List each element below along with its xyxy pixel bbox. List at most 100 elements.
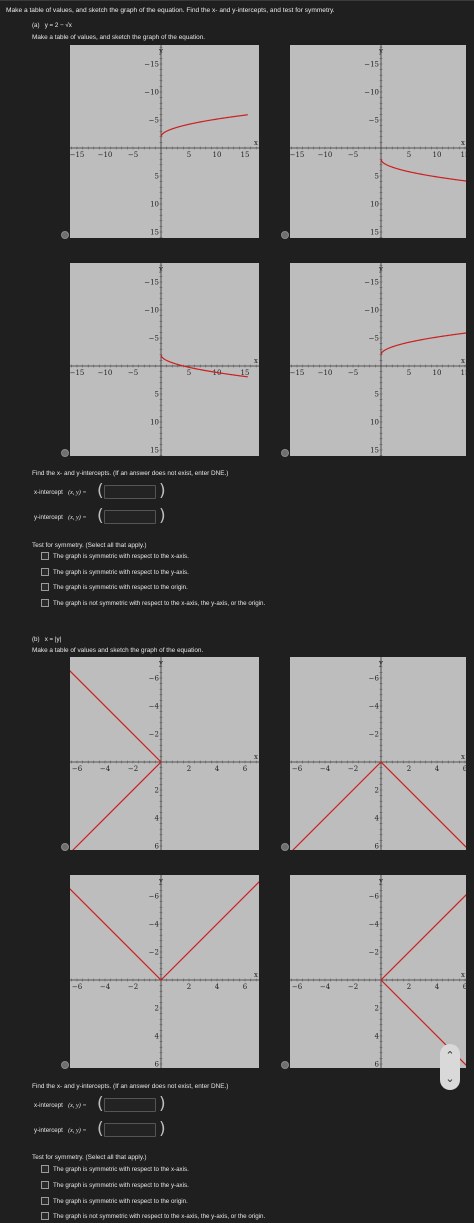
part-a-radio-option-2[interactable]	[281, 231, 289, 239]
part-a-intercepts-prompt: Find the x- and y-intercepts. (If an ans…	[32, 470, 229, 477]
part-b-symmetry-checkbox-none[interactable]	[41, 1212, 49, 1220]
part-a-symmetry-label-y-axis: The graph is symmetric with respect to t…	[53, 569, 189, 576]
x-tick-label: −2	[348, 765, 358, 773]
chevron-down-icon[interactable]: ⌄	[440, 1067, 460, 1090]
part-b-equation: x = |y|	[44, 636, 62, 643]
y-axis-label: y	[158, 265, 163, 273]
y-tick-label: 4	[155, 815, 160, 823]
x-tick-label: −6	[72, 765, 83, 773]
x-tick-label: −10	[98, 151, 113, 159]
y-tick-label: −15	[144, 61, 159, 69]
part-b-symmetry-label-origin: The graph is symmetric with respect to t…	[53, 1198, 188, 1205]
part-a-x-intercept-input[interactable]	[104, 485, 156, 499]
x-tick-label: −5	[128, 369, 138, 377]
y-tick-label: −2	[369, 731, 379, 739]
part-b-graph-option-4[interactable]: −6 −4 −2 2 4 6 6 4 2 −2 −4 −6 y x	[290, 875, 466, 1068]
y-tick-label: 2	[155, 787, 159, 795]
part-a-radio-option-3[interactable]	[61, 449, 69, 457]
part-b-graph-option-1[interactable]: −6 −4 −2 2 4 6 6 4 2 −2 −4 −6 y x	[70, 657, 259, 850]
y-tick-label: −15	[144, 279, 159, 287]
y-tick-label: −5	[369, 335, 379, 343]
y-tick-label: −15	[364, 61, 379, 69]
x-tick-label: 10	[433, 369, 442, 377]
part-a-symmetry-checkbox-x-axis[interactable]	[41, 552, 49, 560]
y-tick-label: 2	[375, 787, 379, 795]
part-b-graph-option-2[interactable]: −6 −4 −2 2 4 6 6 4 2 −2 −4 −6 y x	[290, 657, 466, 850]
y-tick-label: −2	[149, 949, 159, 957]
x-axis-label: x	[461, 357, 465, 365]
x-tick-label: 15	[461, 151, 466, 159]
part-a-graph-option-3[interactable]: −15 −10 −5 5 10 15 15 10 5 −5 −10 −15 y x	[70, 263, 259, 456]
part-a-y-intercept-label: y-intercept (x, y) =	[34, 514, 87, 521]
x-axis-label: x	[254, 357, 258, 365]
y-tick-label: −6	[149, 675, 160, 683]
y-tick-label: −6	[369, 893, 380, 901]
part-a-symmetry-checkbox-origin[interactable]	[41, 583, 49, 591]
x-tick-label: 5	[187, 369, 191, 377]
part-a-symmetry-label-none: The graph is not symmetric with respect …	[53, 600, 266, 607]
y-tick-label: −10	[144, 307, 159, 315]
y-tick-label: −4	[149, 703, 160, 711]
x-tick-label: 6	[243, 765, 248, 773]
part-b-symmetry-checkbox-origin[interactable]	[41, 1197, 49, 1205]
y-axis-label: y	[378, 265, 383, 273]
y-tick-label: 15	[150, 447, 159, 455]
part-b-radio-option-3[interactable]	[61, 1061, 69, 1069]
part-b-x-intercept-label: x-intercept (x, y) =	[34, 1102, 87, 1109]
part-a-radio-option-4[interactable]	[281, 449, 289, 457]
part-a-y-intercept-input[interactable]	[104, 510, 156, 524]
part-a-graph-option-4[interactable]: −15 −10 −5 5 10 15 15 10 5 −5 −10 −15 y x	[290, 263, 466, 456]
part-a-graph-option-2[interactable]: −15 −10 −5 5 10 15 15 10 5 −5 −10 −15 y x	[290, 45, 466, 238]
part-b-radio-option-2[interactable]	[281, 843, 289, 851]
part-b-radio-option-1[interactable]	[61, 843, 69, 851]
part-a-label: (a)	[32, 22, 40, 29]
curve-sqrt	[380, 158, 466, 182]
curve-sqrt	[380, 332, 466, 356]
part-b-label: (b)	[32, 636, 40, 643]
top-divider	[0, 0, 474, 1]
x-tick-label: −6	[292, 765, 303, 773]
x-axis-label: x	[461, 753, 465, 761]
y-tick-label: 5	[155, 391, 159, 399]
part-b-graph-option-3[interactable]: −6 −4 −2 2 4 6 6 4 2 −2 −4 −6 y x	[70, 875, 259, 1068]
x-tick-label: −2	[128, 765, 138, 773]
close-paren-icon: )	[159, 481, 166, 501]
part-a-symmetry-checkbox-none[interactable]	[41, 599, 49, 607]
part-a-symmetry-checkbox-y-axis[interactable]	[41, 568, 49, 576]
y-tick-label: 6	[375, 843, 380, 851]
part-b-x-intercept-input[interactable]	[104, 1098, 156, 1112]
y-tick-label: 2	[155, 1005, 159, 1013]
part-b-y-intercept-input[interactable]	[104, 1123, 156, 1137]
part-b-symmetry-checkbox-x-axis[interactable]	[41, 1165, 49, 1173]
part-b-symmetry-prompt: Test for symmetry. (Select all that appl…	[32, 1154, 147, 1161]
y-tick-label: 10	[150, 201, 159, 209]
y-tick-label: −5	[149, 335, 159, 343]
y-tick-label: −4	[369, 703, 380, 711]
y-tick-label: 5	[375, 173, 379, 181]
y-tick-label: 6	[155, 1061, 160, 1069]
part-a-radio-option-1[interactable]	[61, 231, 69, 239]
y-tick-label: −6	[149, 893, 160, 901]
x-tick-label: 10	[213, 151, 222, 159]
chevron-up-icon[interactable]: ⌃	[440, 1044, 460, 1067]
y-tick-label: −2	[149, 731, 159, 739]
part-b-symmetry-checkbox-y-axis[interactable]	[41, 1181, 49, 1189]
y-tick-label: 5	[375, 391, 379, 399]
x-tick-label: 5	[407, 151, 411, 159]
y-tick-label: −5	[369, 117, 379, 125]
part-a-graph-option-1[interactable]: −15 −10 −5 5 10 15 15 10 5 −5 −10 −15 y x	[70, 45, 259, 238]
part-b-radio-option-4[interactable]	[281, 1061, 289, 1069]
x-axis-label: x	[461, 139, 465, 147]
x-tick-label: 10	[433, 151, 442, 159]
y-tick-label: 4	[375, 1033, 380, 1041]
curve-abs	[380, 894, 466, 1066]
x-tick-label: 6	[463, 983, 466, 991]
x-tick-label: 2	[187, 765, 191, 773]
y-axis-label: y	[158, 877, 163, 885]
y-tick-label: 10	[370, 419, 379, 427]
part-b-intercepts-prompt: Find the x- and y-intercepts. (If an ans…	[32, 1083, 229, 1090]
x-tick-label: −4	[100, 765, 111, 773]
part-a-equation: y = 2 − √x	[44, 22, 72, 29]
y-axis-label: y	[158, 659, 163, 667]
x-tick-label: −4	[100, 983, 111, 991]
